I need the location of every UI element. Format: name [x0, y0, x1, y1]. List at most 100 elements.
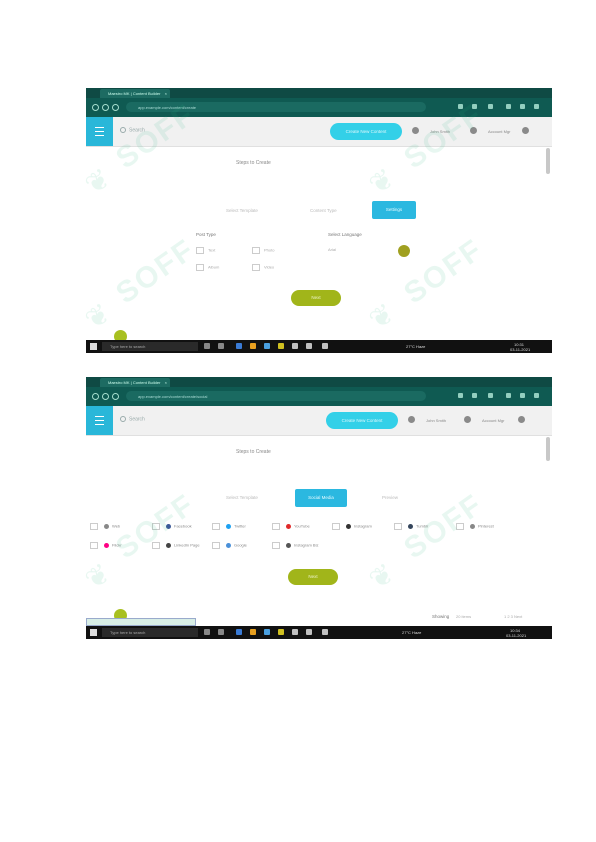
social-option-instagram[interactable]: Instagram: [332, 523, 372, 530]
taskview-icon[interactable]: [204, 629, 210, 635]
help-icon[interactable]: [398, 245, 410, 257]
step-tab-active[interactable]: Settings: [372, 201, 416, 219]
store-icon[interactable]: [264, 343, 270, 349]
page-size-select[interactable]: 20 items: [456, 614, 471, 619]
address-bar: app.example.com/content/create/social: [86, 387, 552, 406]
hamburger-menu-button[interactable]: [86, 406, 113, 435]
app-icon[interactable]: [292, 629, 298, 635]
option-text[interactable]: Text: [196, 247, 215, 254]
weather-widget[interactable]: 27°C Haze: [406, 344, 425, 349]
app-header: Search Create New Content John Smith Acc…: [86, 406, 552, 436]
back-icon[interactable]: [92, 104, 99, 111]
chrome-icon[interactable]: [278, 629, 284, 635]
taskbar-search-input[interactable]: Type here to search: [102, 628, 198, 637]
browser-tab[interactable]: Maestro MK | Content Builder ×: [100, 378, 170, 387]
instagram-icon: [346, 524, 351, 529]
tab-title: Maestro MK | Content Builder: [108, 380, 161, 385]
step-tab[interactable]: Select Template: [226, 208, 258, 213]
social-option-twitter[interactable]: Twitter: [212, 523, 246, 530]
store-icon[interactable]: [264, 629, 270, 635]
taskview-icon[interactable]: [204, 343, 210, 349]
chevron-down-icon[interactable]: [522, 127, 529, 134]
taskbar-search-input[interactable]: Type here to search: [102, 342, 198, 351]
extension-icon[interactable]: [472, 393, 477, 398]
clock-date: 03-11-2021: [510, 347, 531, 352]
extension-icon[interactable]: [506, 393, 511, 398]
step-tab[interactable]: Select Template: [226, 495, 258, 500]
tab-title: Maestro MK | Content Builder: [108, 91, 161, 96]
bell-icon[interactable]: [408, 416, 415, 423]
folder-icon[interactable]: [250, 629, 256, 635]
step-tab[interactable]: Content Type: [310, 208, 337, 213]
user-name: John Smith: [426, 418, 447, 423]
option-video[interactable]: Video: [252, 264, 274, 271]
youtube-icon: [286, 524, 291, 529]
chrome-icon[interactable]: [278, 343, 284, 349]
app-icon[interactable]: [292, 343, 298, 349]
app-icon[interactable]: [322, 629, 328, 635]
create-content-button[interactable]: Create New Content: [330, 123, 402, 140]
clock-date: 03-11-2021: [506, 633, 527, 638]
windows-start-icon[interactable]: [90, 629, 97, 636]
hamburger-menu-button[interactable]: [86, 117, 113, 146]
next-button[interactable]: Next: [291, 290, 341, 306]
profile-icon[interactable]: [534, 104, 539, 109]
windows-start-icon[interactable]: [90, 343, 97, 350]
edge-icon[interactable]: [236, 629, 242, 635]
back-icon[interactable]: [92, 393, 99, 400]
user-role: Account Mgr: [488, 129, 511, 134]
forward-icon[interactable]: [102, 104, 109, 111]
social-option-youtube[interactable]: YouTube: [272, 523, 310, 530]
extension-icon[interactable]: [520, 393, 525, 398]
step-tab-active[interactable]: Social Media: [295, 489, 347, 507]
page-title: Steps to Create: [236, 160, 271, 166]
edge-icon[interactable]: [236, 343, 242, 349]
folder-icon[interactable]: [250, 343, 256, 349]
option-album[interactable]: Album: [196, 264, 219, 271]
profile-icon[interactable]: [534, 393, 539, 398]
social-option-google[interactable]: Google: [212, 542, 247, 549]
taskbar: Type here to search 27°C Haze 10:31 03-1…: [86, 340, 552, 353]
url-input[interactable]: app.example.com/content/create/social: [126, 391, 426, 401]
globe-icon: [104, 524, 109, 529]
avatar[interactable]: [464, 416, 471, 423]
twitter-icon: [226, 524, 231, 529]
extension-icon[interactable]: [506, 104, 511, 109]
close-icon[interactable]: ×: [165, 91, 167, 96]
forward-icon[interactable]: [102, 393, 109, 400]
chevron-down-icon[interactable]: [518, 416, 525, 423]
social-option-web[interactable]: Web: [90, 523, 120, 530]
browser-tab[interactable]: Maestro MK | Content Builder ×: [100, 89, 170, 98]
language-select[interactable]: Arial: [328, 247, 336, 252]
extension-icon[interactable]: [488, 104, 493, 109]
cortana-icon[interactable]: [218, 343, 224, 349]
option-photo[interactable]: Photo: [252, 247, 274, 254]
weather-widget[interactable]: 27°C Haze: [402, 630, 421, 635]
create-content-button[interactable]: Create New Content: [326, 412, 398, 429]
app-icon[interactable]: [306, 343, 312, 349]
app-icon[interactable]: [306, 629, 312, 635]
page-title: Steps to Create: [236, 449, 271, 455]
step-tab[interactable]: Preview: [382, 495, 398, 500]
extension-icon[interactable]: [488, 393, 493, 398]
search-input[interactable]: Search: [120, 416, 145, 422]
browser-tab-bar: Maestro MK | Content Builder ×: [86, 377, 552, 387]
social-option-instagram-business[interactable]: Instagram Biz: [272, 542, 318, 549]
scrollbar[interactable]: [546, 148, 550, 174]
reload-icon[interactable]: [112, 104, 119, 111]
search-icon: [120, 416, 126, 422]
instagram-icon: [286, 543, 291, 548]
search-icon: [120, 127, 126, 133]
extension-icon[interactable]: [520, 104, 525, 109]
app-icon[interactable]: [322, 343, 328, 349]
scrollbar[interactable]: [546, 437, 550, 461]
cortana-icon[interactable]: [218, 629, 224, 635]
footer-label: Showing: [432, 614, 450, 619]
close-icon[interactable]: ×: [165, 380, 167, 385]
pagination[interactable]: 1 2 3 Next: [504, 614, 522, 619]
extension-icon[interactable]: [458, 393, 463, 398]
reload-icon[interactable]: [112, 393, 119, 400]
linkedin-icon: [166, 543, 171, 548]
next-button[interactable]: Next: [288, 569, 338, 585]
flickr-icon: [104, 543, 109, 548]
